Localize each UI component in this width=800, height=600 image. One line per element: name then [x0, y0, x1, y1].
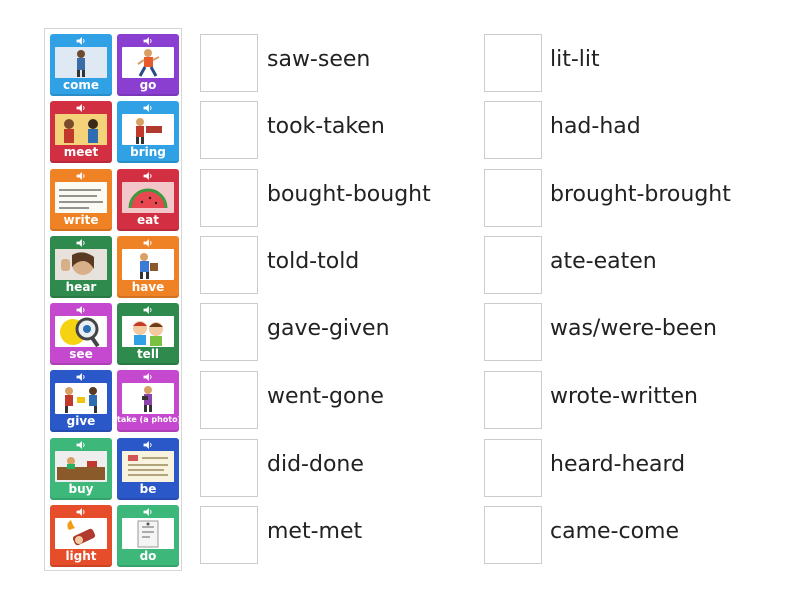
tile-label: take (a photo) [117, 415, 179, 424]
ear-listening-icon [55, 249, 107, 280]
drop-box[interactable] [200, 236, 258, 294]
watermelon-icon [122, 182, 174, 213]
tile-label: have [131, 280, 165, 294]
drop-box[interactable] [200, 506, 258, 564]
children-whispering-icon [122, 316, 174, 347]
speaker-icon[interactable] [76, 172, 86, 180]
word-tile[interactable]: take (a photo) [117, 370, 179, 432]
word-tile[interactable]: come [50, 34, 112, 96]
word-tile[interactable]: eat [117, 169, 179, 231]
camera-person-icon [122, 383, 174, 414]
speaker-icon[interactable] [76, 373, 86, 381]
target-label: came-come [550, 519, 680, 544]
tile-label: buy [68, 482, 94, 496]
speaker-icon[interactable] [143, 373, 153, 381]
word-tile[interactable]: bring [117, 101, 179, 163]
drop-box[interactable] [200, 169, 258, 227]
word-tile[interactable]: write [50, 169, 112, 231]
speaker-icon[interactable] [76, 306, 86, 314]
speaker-icon[interactable] [143, 172, 153, 180]
tile-label: meet [63, 145, 99, 159]
drop-box[interactable] [484, 506, 542, 564]
tile-label: write [63, 213, 99, 227]
drop-box[interactable] [484, 101, 542, 159]
drop-box[interactable] [484, 303, 542, 361]
person-running-icon [122, 47, 174, 78]
target-label: ate-eaten [550, 249, 657, 274]
target-label: did-done [267, 452, 364, 477]
tile-label: eat [137, 213, 159, 227]
target-label: met-met [267, 519, 363, 544]
word-tile[interactable]: be [117, 438, 179, 500]
document-list-icon [122, 451, 174, 482]
drop-box[interactable] [484, 236, 542, 294]
word-tile[interactable]: tell [117, 303, 179, 365]
drop-box[interactable] [200, 34, 258, 92]
drop-box[interactable] [484, 34, 542, 92]
word-tile[interactable]: hear [50, 236, 112, 298]
target-label: saw-seen [267, 47, 371, 72]
target-label: heard-heard [550, 452, 686, 477]
speaker-icon[interactable] [76, 441, 86, 449]
magnifier-eye-icon [55, 316, 107, 347]
tile-label: bring [130, 145, 166, 159]
lighter-flame-icon [55, 518, 107, 549]
tile-label: be [139, 482, 157, 496]
speaker-icon[interactable] [143, 441, 153, 449]
drop-box[interactable] [484, 371, 542, 429]
speaker-icon[interactable] [143, 239, 153, 247]
drop-box[interactable] [484, 169, 542, 227]
target-label: went-gone [267, 384, 384, 409]
tile-label: give [66, 414, 96, 428]
speaker-icon[interactable] [76, 104, 86, 112]
tile-label: hear [65, 280, 97, 294]
drop-box[interactable] [484, 439, 542, 497]
person-walking-icon [55, 47, 107, 78]
tile-label: light [65, 549, 97, 563]
tile-label: go [139, 78, 157, 92]
target-label: wrote-written [550, 384, 698, 409]
word-tile[interactable]: go [117, 34, 179, 96]
tile-label: do [139, 549, 157, 563]
speaker-icon[interactable] [76, 239, 86, 247]
target-label: gave-given [267, 316, 390, 341]
target-label: had-had [550, 114, 641, 139]
word-tile[interactable]: buy [50, 438, 112, 500]
word-tile[interactable]: do [117, 505, 179, 567]
target-label: took-taken [267, 114, 385, 139]
drop-box[interactable] [200, 101, 258, 159]
person-carrying-icon [122, 114, 174, 145]
two-people-talking-icon [55, 114, 107, 145]
drop-box[interactable] [200, 371, 258, 429]
tile-label: see [69, 347, 93, 361]
target-label: bought-bought [267, 182, 431, 207]
paper-task-icon [122, 518, 174, 549]
speaker-icon[interactable] [143, 37, 153, 45]
drop-box[interactable] [200, 303, 258, 361]
tile-label: come [63, 78, 99, 92]
speaker-icon[interactable] [143, 306, 153, 314]
shop-counter-icon [55, 451, 107, 482]
word-tile[interactable]: have [117, 236, 179, 298]
word-tile[interactable]: see [50, 303, 112, 365]
handwriting-note-icon [55, 182, 107, 213]
person-giving-icon [55, 383, 107, 414]
drop-box[interactable] [200, 439, 258, 497]
speaker-icon[interactable] [143, 508, 153, 516]
target-label: was/were-been [550, 316, 717, 341]
word-tile[interactable]: light [50, 505, 112, 567]
speaker-icon[interactable] [143, 104, 153, 112]
person-holding-item-icon [122, 249, 174, 280]
target-label: told-told [267, 249, 360, 274]
target-label: lit-lit [550, 47, 600, 72]
target-label: brought-brought [550, 182, 731, 207]
tile-tray: come go meet bring write eat hear have see tell gi… [44, 28, 182, 571]
word-tile[interactable]: meet [50, 101, 112, 163]
speaker-icon[interactable] [76, 37, 86, 45]
tile-label: tell [136, 347, 160, 361]
speaker-icon[interactable] [76, 508, 86, 516]
word-tile[interactable]: give [50, 370, 112, 432]
